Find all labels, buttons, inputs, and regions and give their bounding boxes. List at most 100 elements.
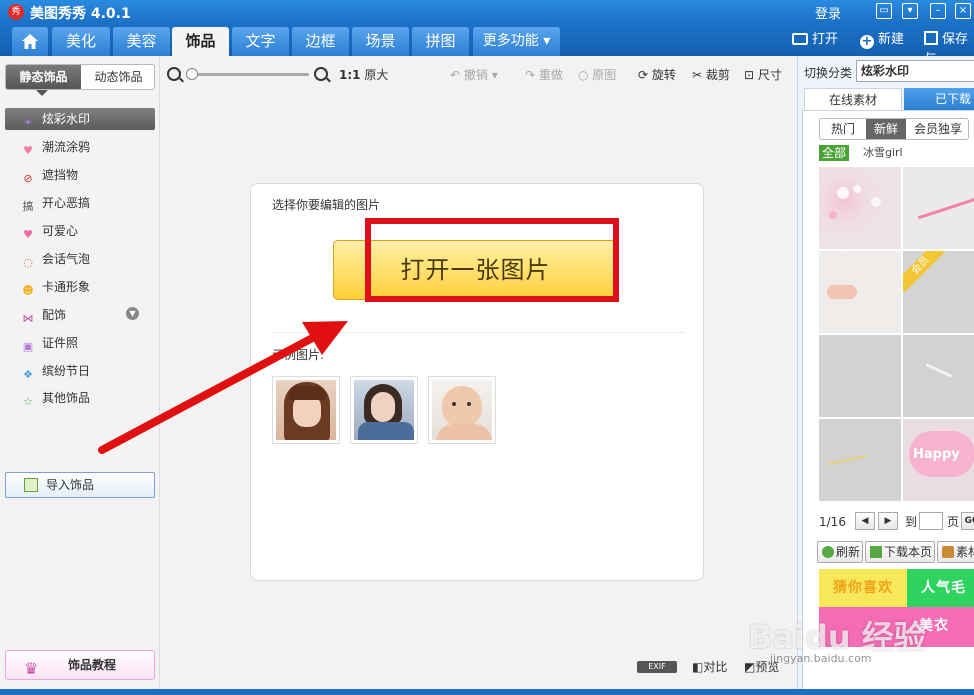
category-item[interactable]: ▣ 证件照 <box>20 332 150 354</box>
material-thumb[interactable]: Happy <box>903 419 974 501</box>
material-thumb[interactable] <box>819 251 901 333</box>
close-icon[interactable]: × <box>955 3 971 19</box>
banner-popular[interactable]: 人气毛 <box>907 569 974 607</box>
material-thumb[interactable] <box>819 167 901 249</box>
material-tabs: 在线素材 已下载 <box>804 88 974 110</box>
original-size-label: 原大 <box>364 68 389 82</box>
material-thumb[interactable] <box>819 419 901 501</box>
crop-button[interactable]: ✂ 裁剪 <box>692 67 730 83</box>
sample-image-3[interactable] <box>428 376 496 444</box>
banner-clothing[interactable]: 美衣 <box>819 607 974 647</box>
zoom-out-icon[interactable] <box>167 67 181 81</box>
switch-pointer <box>36 90 48 96</box>
category-label: 缤纷节日 <box>42 364 91 378</box>
prank-icon: 搞 <box>22 200 34 213</box>
tab-text[interactable]: 文字 <box>232 27 289 56</box>
undo-button[interactable]: ↶ 撤销 ▾ <box>450 67 498 83</box>
subtab-new[interactable]: 新鲜 <box>866 119 906 139</box>
category-item[interactable]: ♥ 潮流涂鸦 <box>20 136 150 158</box>
category-item[interactable]: ☆ 其他饰品 <box>20 387 150 409</box>
page-number-input[interactable] <box>919 512 943 530</box>
subtab-vip[interactable]: 会员独享 <box>906 119 968 139</box>
category-label: 证件照 <box>42 336 79 350</box>
filter-tag-name[interactable]: 冰雪girl <box>863 145 903 161</box>
preview-button[interactable]: ◩预览 <box>744 660 779 674</box>
category-label: 开心恶搞 <box>42 196 91 210</box>
category-switch-label: 切换分类 <box>804 66 853 80</box>
plus-circle-icon: + <box>860 34 874 49</box>
zoom-slider-handle[interactable] <box>186 68 198 80</box>
import-accessory-button[interactable]: 导入饰品 <box>5 472 155 498</box>
category-label: 其他饰品 <box>42 391 91 405</box>
chevron-down-icon[interactable]: ▼ <box>126 307 139 320</box>
rotate-button[interactable]: ⟳ 旋转 <box>638 67 676 83</box>
download-icon <box>870 546 882 558</box>
minimize-icon[interactable]: – <box>930 3 946 19</box>
go-button[interactable]: GO <box>961 512 974 530</box>
tab-collage[interactable]: 拼图 <box>412 27 469 56</box>
material-thumb[interactable] <box>903 335 974 417</box>
accessory-tutorial-button[interactable]: ♛ 饰品教程 <box>5 650 155 680</box>
tab-downloaded[interactable]: 已下载 <box>904 88 974 110</box>
material-panel: 切换分类 炫彩水印 在线素材 已下载 热门 新鲜 会员独享 全部 冰雪girl … <box>797 56 974 690</box>
material-button[interactable]: 素材 <box>937 541 974 563</box>
shirt-icon: ▣ <box>22 340 34 353</box>
category-item[interactable]: ✦ 炫彩水印 <box>5 108 155 130</box>
tab-online-materials[interactable]: 在线素材 <box>804 88 902 110</box>
new-file-button[interactable]: + 新建 <box>860 30 904 50</box>
login-link[interactable]: 登录 <box>815 3 841 22</box>
filter-all-tag[interactable]: 全部 <box>819 145 850 161</box>
accessory-type-switch: 静态饰品 动态饰品 <box>5 64 155 90</box>
subtab-hot[interactable]: 热门 <box>820 119 866 139</box>
import-icon <box>24 478 38 492</box>
refresh-icon <box>822 546 834 558</box>
actual-size-button[interactable]: 1:1 原大 <box>339 67 388 83</box>
original-image-button[interactable]: ○ 原图 <box>578 67 616 83</box>
exif-button[interactable]: EXIF <box>637 661 677 673</box>
refresh-button[interactable]: 刷新 <box>817 541 863 563</box>
card-divider <box>271 332 685 333</box>
resize-button[interactable]: ⊡ 尺寸 <box>744 67 782 83</box>
next-page-button[interactable]: ▶ <box>878 512 898 530</box>
member-badge: 会员 <box>903 251 948 293</box>
accessories-sidebar: 静态饰品 动态饰品 ✦ 炫彩水印 ♥ 潮流涂鸦 ⊘ 遮挡物搞开心恶搞 ♥ 可爱心 ◌ 会话气泡 ☻ 卡… <box>0 56 160 690</box>
material-thumb[interactable] <box>903 167 974 249</box>
tab-beauty[interactable]: 美容 <box>113 27 170 56</box>
tab-scene[interactable]: 场景 <box>352 27 409 56</box>
zoom-in-icon[interactable] <box>314 67 328 81</box>
category-item[interactable]: ⊘ 遮挡物 <box>20 164 150 186</box>
app-logo-icon: 秀 <box>8 4 24 20</box>
download-page-button[interactable]: 下载本页 <box>865 541 935 563</box>
tab-beautify[interactable]: 美化 <box>52 27 110 56</box>
no-sign-icon: ⊘ <box>23 172 33 185</box>
sparkle-icon: ✦ <box>23 116 33 129</box>
tab-accessories[interactable]: 饰品 <box>172 27 229 56</box>
banner-guess-you-like[interactable]: 猜你喜欢 <box>819 569 907 607</box>
tab-more-features[interactable]: 更多功能 ▾ <box>473 27 560 56</box>
message-icon[interactable]: ▭ <box>876 3 892 19</box>
category-label: 潮流涂鸦 <box>42 140 91 154</box>
home-tab[interactable] <box>12 27 48 56</box>
zoom-slider[interactable] <box>191 73 309 76</box>
dynamic-accessories-tab[interactable]: 动态饰品 <box>81 65 156 89</box>
category-item[interactable]: 搞开心恶搞 <box>20 192 150 214</box>
open-file-button[interactable]: 打开 <box>792 30 838 50</box>
category-item[interactable]: ☻ 卡通形象 <box>20 276 150 298</box>
category-select[interactable]: 炫彩水印 <box>856 60 974 82</box>
category-item[interactable]: ❖ 缤纷节日 <box>20 360 150 382</box>
sample-image-2[interactable] <box>350 376 418 444</box>
sample-image-1[interactable] <box>272 376 340 444</box>
category-item[interactable]: ◌ 会话气泡 <box>20 248 150 270</box>
menu-dropdown-icon[interactable]: ▾ <box>902 3 918 19</box>
open-image-card: 选择你要编辑的图片 打开一张图片 示例图片: <box>250 183 704 581</box>
tab-frame[interactable]: 边框 <box>292 27 349 56</box>
prev-page-button[interactable]: ◀ <box>855 512 875 530</box>
category-item[interactable]: ♥ 可爱心 <box>20 220 150 242</box>
static-accessories-tab[interactable]: 静态饰品 <box>6 65 81 89</box>
compare-button[interactable]: ◧对比 <box>692 660 727 674</box>
tutorial-label: 饰品教程 <box>68 658 117 672</box>
material-thumb[interactable] <box>819 335 901 417</box>
save-icon <box>924 31 938 45</box>
redo-button[interactable]: ↷ 重做 <box>525 67 563 83</box>
material-thumb[interactable]: 会员 <box>903 251 974 333</box>
